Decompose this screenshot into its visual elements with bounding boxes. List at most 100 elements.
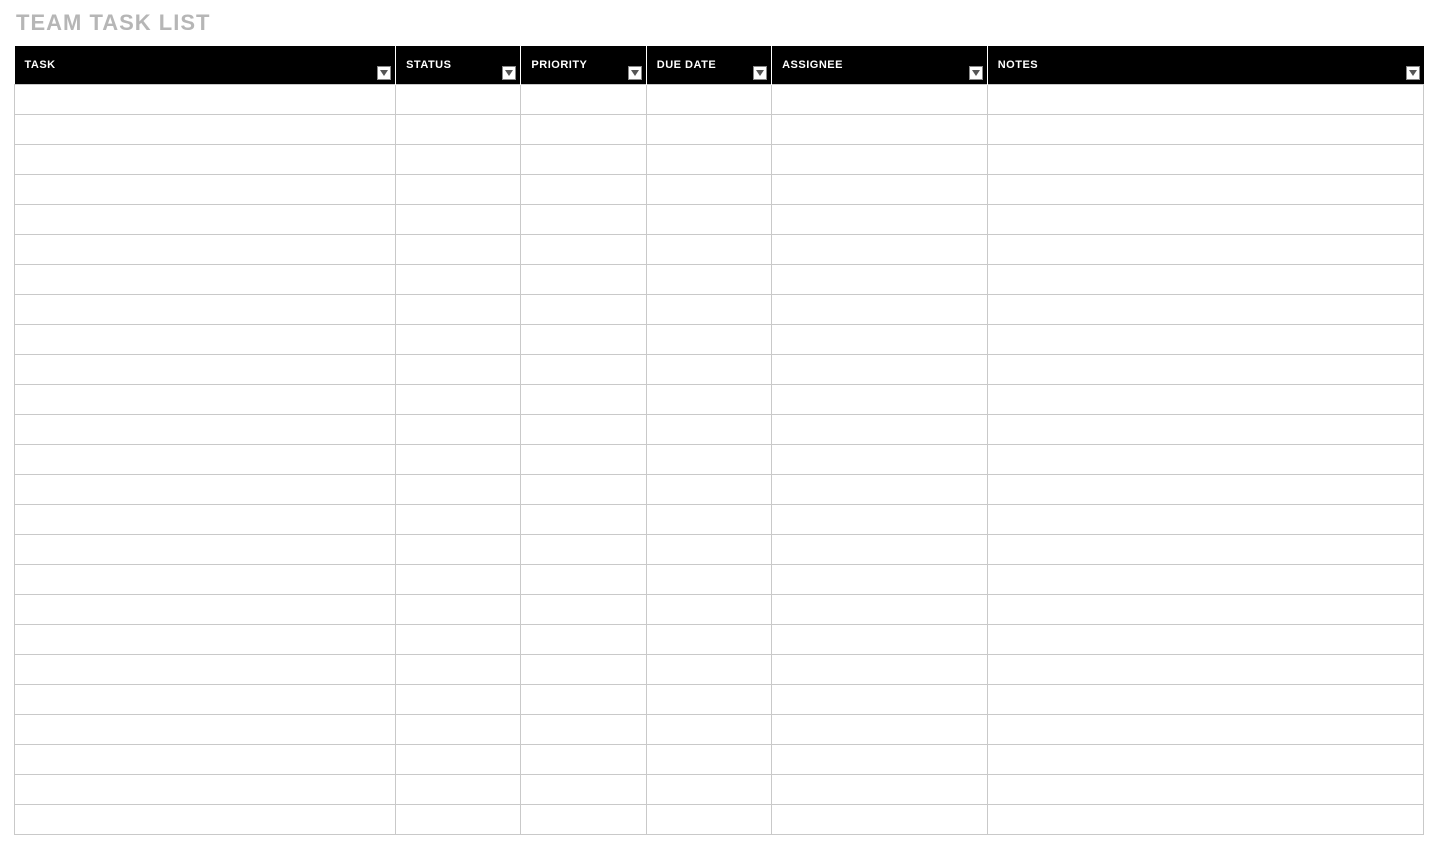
cell-notes[interactable] (987, 744, 1423, 774)
cell-status[interactable] (396, 744, 521, 774)
cell-duedate[interactable] (646, 444, 771, 474)
cell-notes[interactable] (987, 114, 1423, 144)
cell-notes[interactable] (987, 264, 1423, 294)
cell-assignee[interactable] (772, 684, 988, 714)
cell-assignee[interactable] (772, 324, 988, 354)
cell-priority[interactable] (521, 444, 646, 474)
cell-status[interactable] (396, 234, 521, 264)
cell-notes[interactable] (987, 594, 1423, 624)
cell-assignee[interactable] (772, 714, 988, 744)
cell-task[interactable] (15, 534, 396, 564)
cell-status[interactable] (396, 654, 521, 684)
cell-duedate[interactable] (646, 204, 771, 234)
cell-priority[interactable] (521, 204, 646, 234)
cell-notes[interactable] (987, 504, 1423, 534)
cell-priority[interactable] (521, 84, 646, 114)
cell-task[interactable] (15, 114, 396, 144)
cell-priority[interactable] (521, 534, 646, 564)
cell-status[interactable] (396, 354, 521, 384)
cell-task[interactable] (15, 714, 396, 744)
filter-dropdown-icon[interactable] (377, 66, 391, 80)
filter-dropdown-icon[interactable] (753, 66, 767, 80)
cell-priority[interactable] (521, 324, 646, 354)
filter-dropdown-icon[interactable] (969, 66, 983, 80)
cell-notes[interactable] (987, 534, 1423, 564)
cell-status[interactable] (396, 144, 521, 174)
cell-duedate[interactable] (646, 324, 771, 354)
cell-assignee[interactable] (772, 204, 988, 234)
cell-duedate[interactable] (646, 684, 771, 714)
cell-status[interactable] (396, 264, 521, 294)
cell-status[interactable] (396, 84, 521, 114)
cell-status[interactable] (396, 534, 521, 564)
cell-notes[interactable] (987, 294, 1423, 324)
cell-task[interactable] (15, 234, 396, 264)
cell-priority[interactable] (521, 354, 646, 384)
cell-status[interactable] (396, 174, 521, 204)
cell-assignee[interactable] (772, 774, 988, 804)
cell-task[interactable] (15, 564, 396, 594)
cell-task[interactable] (15, 324, 396, 354)
cell-assignee[interactable] (772, 174, 988, 204)
cell-duedate[interactable] (646, 504, 771, 534)
cell-duedate[interactable] (646, 114, 771, 144)
cell-notes[interactable] (987, 804, 1423, 834)
cell-task[interactable] (15, 804, 396, 834)
cell-duedate[interactable] (646, 294, 771, 324)
cell-priority[interactable] (521, 174, 646, 204)
cell-priority[interactable] (521, 804, 646, 834)
cell-notes[interactable] (987, 684, 1423, 714)
cell-notes[interactable] (987, 174, 1423, 204)
cell-status[interactable] (396, 624, 521, 654)
cell-duedate[interactable] (646, 174, 771, 204)
cell-duedate[interactable] (646, 234, 771, 264)
cell-notes[interactable] (987, 324, 1423, 354)
cell-duedate[interactable] (646, 354, 771, 384)
cell-duedate[interactable] (646, 624, 771, 654)
cell-task[interactable] (15, 684, 396, 714)
cell-task[interactable] (15, 384, 396, 414)
cell-task[interactable] (15, 504, 396, 534)
cell-notes[interactable] (987, 84, 1423, 114)
cell-duedate[interactable] (646, 144, 771, 174)
cell-task[interactable] (15, 84, 396, 114)
filter-dropdown-icon[interactable] (628, 66, 642, 80)
cell-task[interactable] (15, 654, 396, 684)
cell-priority[interactable] (521, 474, 646, 504)
cell-priority[interactable] (521, 114, 646, 144)
cell-notes[interactable] (987, 624, 1423, 654)
cell-priority[interactable] (521, 564, 646, 594)
cell-duedate[interactable] (646, 594, 771, 624)
cell-duedate[interactable] (646, 384, 771, 414)
cell-notes[interactable] (987, 714, 1423, 744)
cell-status[interactable] (396, 114, 521, 144)
filter-dropdown-icon[interactable] (1406, 66, 1420, 80)
cell-priority[interactable] (521, 594, 646, 624)
cell-priority[interactable] (521, 384, 646, 414)
cell-assignee[interactable] (772, 384, 988, 414)
cell-assignee[interactable] (772, 414, 988, 444)
cell-task[interactable] (15, 264, 396, 294)
cell-notes[interactable] (987, 444, 1423, 474)
cell-status[interactable] (396, 804, 521, 834)
cell-assignee[interactable] (772, 654, 988, 684)
cell-notes[interactable] (987, 774, 1423, 804)
cell-assignee[interactable] (772, 564, 988, 594)
cell-task[interactable] (15, 624, 396, 654)
cell-priority[interactable] (521, 294, 646, 324)
cell-status[interactable] (396, 474, 521, 504)
cell-notes[interactable] (987, 474, 1423, 504)
cell-priority[interactable] (521, 414, 646, 444)
cell-duedate[interactable] (646, 474, 771, 504)
cell-duedate[interactable] (646, 774, 771, 804)
cell-duedate[interactable] (646, 414, 771, 444)
cell-assignee[interactable] (772, 114, 988, 144)
cell-duedate[interactable] (646, 264, 771, 294)
cell-priority[interactable] (521, 654, 646, 684)
cell-notes[interactable] (987, 354, 1423, 384)
cell-assignee[interactable] (772, 144, 988, 174)
cell-notes[interactable] (987, 654, 1423, 684)
cell-task[interactable] (15, 144, 396, 174)
cell-status[interactable] (396, 324, 521, 354)
cell-notes[interactable] (987, 144, 1423, 174)
